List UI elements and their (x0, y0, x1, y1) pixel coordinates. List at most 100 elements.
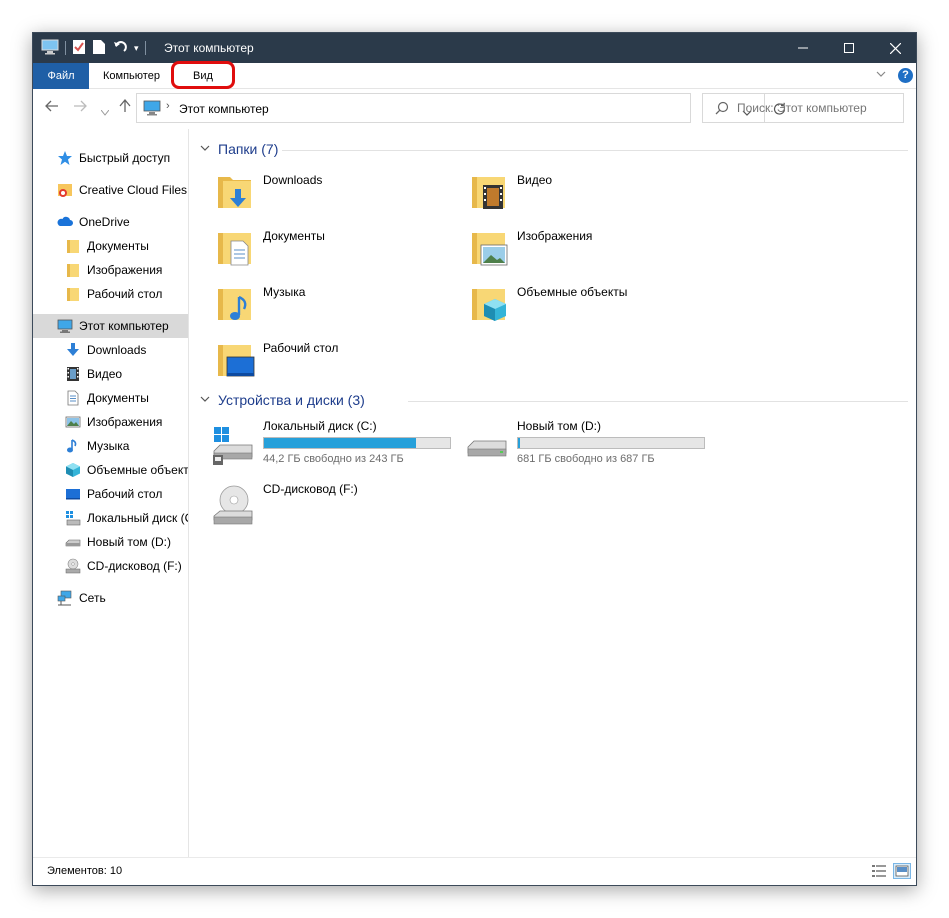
sidebar-item-videos[interactable]: Видео (33, 362, 188, 386)
folder-icon (65, 262, 81, 278)
folder-tile-desktop[interactable]: Рабочий стол (190, 337, 430, 389)
tiles-view-button[interactable] (893, 863, 911, 879)
up-arrow-icon (119, 98, 131, 112)
sidebar-item-label: Изображения (87, 263, 163, 277)
new-file-icon[interactable] (92, 39, 106, 58)
sidebar-item-label: Музыка (87, 439, 130, 453)
desktop-icon (65, 486, 81, 502)
tab-computer[interactable]: Компьютер (91, 63, 172, 89)
undo-icon[interactable] (112, 39, 128, 58)
folder-label: Документы (263, 229, 325, 243)
sidebar-item-desktop[interactable]: Рабочий стол (33, 482, 188, 506)
folder-label: Видео (517, 173, 553, 187)
view-tab-highlight (171, 61, 235, 89)
close-button[interactable] (872, 33, 916, 63)
cloud-icon (57, 214, 73, 230)
navigation-bar: › Этот компьютер (33, 89, 916, 129)
sidebar-item-onedrive-documents[interactable]: Документы (33, 234, 188, 258)
free-space-text: 681 ГБ свободно из 687 ГБ (517, 453, 655, 465)
folder-tile-downloads[interactable]: Downloads (190, 169, 430, 221)
help-icon[interactable]: ? (898, 68, 913, 83)
3d-objects-folder-icon (472, 289, 506, 321)
drive-tile-d[interactable]: Новый том (D:) 681 ГБ свободно из 687 ГБ (444, 419, 705, 479)
folder-tile-pictures[interactable]: Изображения (444, 225, 684, 277)
cube-icon (65, 462, 81, 478)
tab-file[interactable]: Файл (33, 63, 89, 89)
back-button[interactable] (45, 99, 59, 116)
folder-tile-3d-objects[interactable]: Объемные объекты (444, 281, 684, 333)
devices-group-header[interactable]: Устройства и диски (3) (200, 392, 365, 408)
forward-button[interactable] (73, 99, 87, 116)
capacity-bar (517, 437, 705, 449)
sidebar-item-label: Быстрый доступ (79, 151, 171, 165)
sidebar-item-label: Downloads (87, 343, 147, 357)
sidebar-item-label: Этот компьютер (79, 319, 169, 333)
sidebar-item-downloads[interactable]: Downloads (33, 338, 188, 362)
up-button[interactable] (119, 98, 131, 117)
search-box[interactable] (702, 93, 904, 123)
folder-tile-videos[interactable]: Видео (444, 169, 684, 221)
group-divider (282, 150, 908, 151)
sidebar-item-label: Документы (87, 391, 149, 405)
drive-tile-cd[interactable]: CD-дисковод (F:) (190, 482, 440, 542)
sidebar-item-music[interactable]: Музыка (33, 434, 188, 458)
breadcrumb[interactable]: Этот компьютер (179, 102, 269, 116)
explorer-window: ▾ Этот компьютер Файл Компьютер Вид ? › … (32, 32, 917, 886)
sidebar-item-onedrive-desktop[interactable]: Рабочий стол (33, 282, 188, 306)
breadcrumb-separator-icon[interactable]: › (166, 100, 170, 112)
quick-access-toolbar: ▾ (41, 39, 146, 57)
maximize-button[interactable] (826, 33, 872, 63)
drive-tile-c[interactable]: Локальный диск (C:) 44,2 ГБ свободно из … (190, 419, 451, 479)
properties-icon[interactable] (72, 39, 86, 58)
sidebar-item-this-pc[interactable]: Этот компьютер (33, 314, 188, 338)
folder-label: Рабочий стол (263, 341, 339, 355)
status-bar: Элементов: 10 (33, 857, 916, 885)
free-space-text: 44,2 ГБ свободно из 243 ГБ (263, 453, 404, 465)
sidebar-item-cd-drive[interactable]: CD-дисковод (F:) (33, 554, 188, 578)
details-view-button[interactable] (871, 864, 887, 881)
back-arrow-icon (45, 100, 58, 112)
minimize-button[interactable] (780, 33, 826, 63)
address-bar[interactable]: › Этот компьютер (136, 93, 786, 123)
sidebar-item-creative-cloud[interactable]: Creative Cloud Files (33, 178, 188, 202)
sidebar-item-onedrive-pictures[interactable]: Изображения (33, 258, 188, 282)
drive-label: Новый том (D:) (517, 419, 601, 433)
folder-tile-music[interactable]: Музыка (190, 281, 430, 333)
folder-icon (65, 286, 81, 302)
chevron-down-icon (200, 145, 210, 151)
capacity-bar (263, 437, 451, 449)
folder-tile-documents[interactable]: Документы (190, 225, 430, 277)
sidebar-item-3d-objects[interactable]: Объемные объект (33, 458, 188, 482)
sidebar-item-drive-c[interactable]: Локальный диск (C (33, 506, 189, 530)
expand-ribbon-chevron-icon[interactable] (876, 69, 886, 82)
sidebar-item-drive-d[interactable]: Новый том (D:) (33, 530, 188, 554)
close-icon (889, 42, 901, 54)
capacity-bar-fill (518, 438, 520, 448)
sidebar-item-label: Документы (87, 239, 149, 253)
downloads-folder-icon (218, 177, 251, 208)
drive-icon (467, 440, 507, 457)
music-note-icon (65, 438, 81, 454)
sidebar-item-network[interactable]: Сеть (33, 586, 188, 610)
chevron-down-icon (200, 396, 210, 402)
picture-icon (65, 414, 81, 430)
maximize-icon (844, 43, 854, 53)
folders-group-header[interactable]: Папки (7) (200, 141, 278, 157)
sidebar-item-documents[interactable]: Документы (33, 386, 188, 410)
search-input[interactable] (737, 100, 897, 116)
item-count: Элементов: 10 (47, 865, 123, 877)
sidebar-item-label: Локальный диск (C (87, 511, 189, 525)
window-title: Этот компьютер (164, 41, 254, 55)
customize-toolbar-icon[interactable]: ▾ (134, 43, 139, 54)
sidebar-item-quick-access[interactable]: Быстрый доступ (33, 146, 188, 170)
sidebar-item-pictures[interactable]: Изображения (33, 410, 188, 434)
sidebar-item-label: Изображения (87, 415, 163, 429)
star-icon (57, 150, 73, 166)
recent-locations-button[interactable] (100, 103, 110, 120)
toolbar-divider (144, 41, 146, 55)
music-folder-icon (218, 289, 251, 320)
folder-label: Изображения (517, 229, 593, 243)
computer-icon[interactable] (41, 39, 59, 58)
sidebar-item-onedrive[interactable]: OneDrive (33, 210, 188, 234)
sidebar-item-label: Сеть (79, 591, 106, 605)
